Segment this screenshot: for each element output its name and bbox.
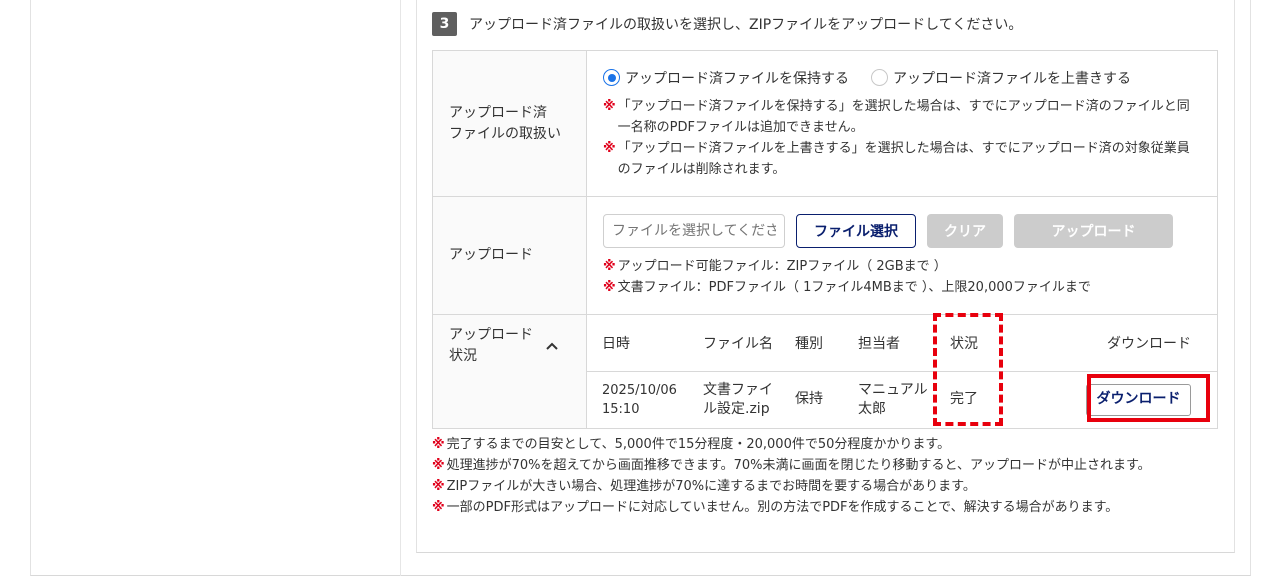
bottom-note-3: ※ ZIPファイルが大きい場合、処理進捗が70%に達するまでお時間を要する場合が… (432, 476, 1218, 497)
col-header-filename: ファイル名 (688, 315, 780, 372)
note-text: 「アップロード済ファイルを上書きする」を選択した場合は、すでにアップロード済の対… (617, 140, 1190, 177)
time-line2: 15:10 (602, 401, 640, 417)
chevron-up-icon[interactable] (545, 339, 559, 353)
cell-type: 保持 (795, 391, 823, 408)
upload-note-2: ※ 文書ファイル：PDFファイル（ 1ファイル4MBまで ）、上限20,000フ… (603, 277, 1201, 298)
file-path-input[interactable] (603, 213, 785, 248)
left-column (30, 0, 401, 576)
status-column-highlight (933, 313, 1003, 426)
note-text: 完了するまでの目安として、5,000件で15分程度・20,000件で50分程度か… (446, 437, 951, 452)
status-table-header: 日時 ファイル名 種別 担当者 状況 ダウンロード (587, 315, 1217, 372)
handling-label: アップロード済 ファイルの取扱い (432, 50, 587, 197)
staff-line2: 太郎 (858, 400, 886, 417)
note-text: 文書ファイル：PDFファイル（ 1ファイル4MBまで ）、上限20,000ファイ… (617, 279, 1091, 295)
status-label: アップロード 状況 (432, 314, 587, 429)
note-mark: ※ (603, 258, 616, 274)
clear-button[interactable]: クリア (927, 213, 1003, 248)
handling-label-line1: アップロード済 (449, 104, 547, 121)
note-text: 「アップロード済ファイルを保持する」を選択した場合は、すでにアップロード済のファ… (617, 98, 1190, 135)
status-toggle[interactable]: アップロード 状況 (449, 325, 570, 367)
note-mark: ※ (432, 500, 445, 515)
upload-note-1: ※ アップロード可能ファイル：ZIPファイル（ 2GBまで ） (603, 256, 1201, 277)
filename-line1: 文書ファイ (703, 381, 773, 398)
handling-note-2: ※ 「アップロード済ファイルを上書きする」を選択した場合は、すでにアップロード済… (603, 138, 1201, 180)
note-text: 処理進捗が70%を超えてから画面推移できます。70%未満に画面を閉じたり移動する… (446, 458, 1151, 473)
col-header-type: 種別 (780, 315, 843, 372)
step-title: アップロード済ファイルの取扱いを選択し、ZIPファイルをアップロードしてください… (469, 17, 1023, 33)
radio-overwrite-label: アップロード済ファイルを上書きする (893, 70, 1131, 87)
handling-note-1: ※ 「アップロード済ファイルを保持する」を選択した場合は、すでにアップロード済の… (603, 96, 1201, 138)
note-mark: ※ (603, 140, 616, 156)
cell-staff: マニュアル 太郎 (843, 372, 935, 428)
note-mark: ※ (432, 479, 445, 494)
note-mark: ※ (432, 437, 445, 452)
radio-overwrite-files[interactable]: アップロード済ファイルを上書きする (871, 68, 1131, 88)
bottom-note-2: ※ 処理進捗が70%を超えてから画面推移できます。70%未満に画面を閉じたり移動… (432, 455, 1218, 476)
handling-label-line2: ファイルの取扱い (449, 125, 561, 142)
col-header-download: ダウンロード (1045, 315, 1217, 372)
radio-keep-label: アップロード済ファイルを保持する (625, 70, 849, 87)
upload-form-table: アップロード済 ファイルの取扱い アップロード済ファイルを保持する アップロード… (432, 50, 1218, 429)
note-text: 一部のPDF形式はアップロードに対応していません。別の方法でPDFを作成すること… (446, 500, 1119, 515)
status-label-line2: 状況 (449, 348, 477, 364)
note-mark: ※ (603, 279, 616, 295)
bottom-note-1: ※ 完了するまでの目安として、5,000件で15分程度・20,000件で50分程… (432, 434, 1218, 455)
cell-date: 2025/10/06 15:10 (587, 372, 688, 428)
radio-unselected-icon[interactable] (871, 69, 888, 86)
bottom-notes: ※ 完了するまでの目安として、5,000件で15分程度・20,000件で50分程… (432, 434, 1218, 518)
note-mark: ※ (432, 458, 445, 473)
date-line1: 2025/10/06 (602, 382, 677, 398)
upload-controls: ファイル選択 クリア アップロード (603, 213, 1201, 248)
cell-filename: 文書ファイ ル設定.zip (688, 372, 780, 428)
upload-row: アップロード ファイル選択 クリア アップロード ※ アップロード可能ファイル：… (432, 196, 1218, 315)
note-text: アップロード可能ファイル：ZIPファイル（ 2GBまで ） (617, 258, 947, 274)
col-header-staff: 担当者 (843, 315, 935, 372)
radio-keep-files[interactable]: アップロード済ファイルを保持する (603, 68, 849, 88)
note-mark: ※ (603, 98, 616, 114)
step-number-badge: 3 (432, 12, 457, 36)
upload-label: アップロード (432, 196, 587, 315)
radio-selected-icon[interactable] (603, 69, 620, 86)
filename-line2: ル設定.zip (703, 400, 770, 417)
file-select-button[interactable]: ファイル選択 (796, 213, 916, 248)
note-text: ZIPファイルが大きい場合、処理進捗が70%に達するまでお時間を要する場合があり… (446, 479, 976, 494)
col-header-date: 日時 (587, 315, 688, 372)
status-label-line1: アップロード (449, 327, 533, 343)
handling-row: アップロード済 ファイルの取扱い アップロード済ファイルを保持する アップロード… (432, 50, 1218, 197)
staff-line1: マニュアル (858, 381, 928, 398)
download-button-highlight (1087, 374, 1210, 422)
step-header: 3 アップロード済ファイルの取扱いを選択し、ZIPファイルをアップロードしてくだ… (432, 12, 1022, 36)
upload-button[interactable]: アップロード (1014, 213, 1173, 248)
bottom-note-4: ※ 一部のPDF形式はアップロードに対応していません。別の方法でPDFを作成する… (432, 497, 1218, 518)
handling-radio-group: アップロード済ファイルを保持する アップロード済ファイルを上書きする (603, 68, 1201, 88)
